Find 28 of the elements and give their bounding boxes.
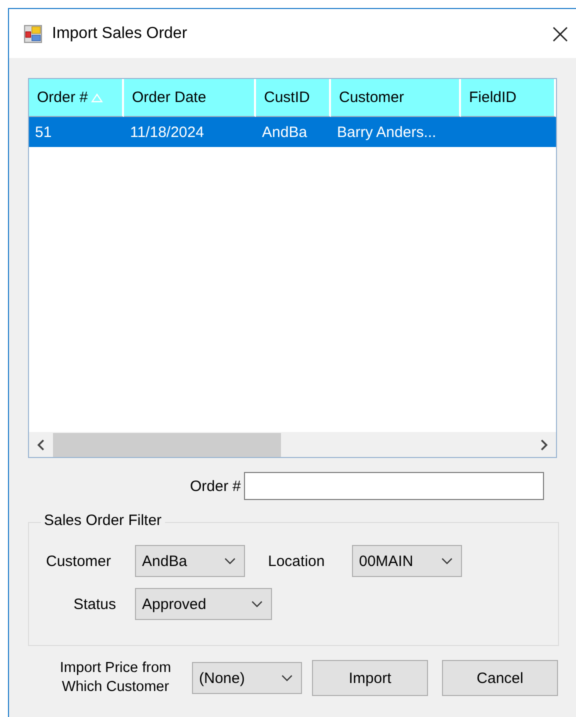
- field-label: Import Price from Which Customer: [58, 659, 172, 697]
- field-label: Status: [72, 596, 117, 612]
- window-title: Import Sales Order: [52, 24, 188, 42]
- table-cell-text: AndBa: [261, 124, 308, 140]
- table-cell-text: 11/18/2024: [129, 124, 205, 140]
- scroll-thumb[interactable]: [53, 432, 281, 456]
- table-row[interactable]: 51 11/18/2024 AndBa Barry Anders...: [29, 117, 556, 147]
- scroll-left-icon[interactable]: [36, 438, 46, 450]
- table-cell-text: 51: [34, 124, 53, 140]
- dropdown[interactable]: AndBa: [135, 545, 245, 577]
- dialog-button[interactable]: Cancel: [442, 660, 558, 696]
- scroll-right-icon[interactable]: [539, 438, 549, 450]
- chevron-down-icon: [224, 557, 236, 565]
- dropdown[interactable]: 00MAIN: [352, 545, 462, 577]
- order-number-field[interactable]: [244, 472, 544, 500]
- dropdown[interactable]: Approved: [135, 588, 272, 620]
- dropdown[interactable]: (None): [192, 662, 302, 694]
- field-label: Order #: [190, 478, 241, 494]
- chevron-down-icon: [251, 600, 263, 608]
- app-icon: [24, 24, 42, 42]
- field-label: Location: [268, 552, 326, 570]
- chevron-down-icon: [281, 674, 293, 682]
- horizontal-scrollbar[interactable]: [29, 432, 556, 457]
- dialog-button[interactable]: Import: [312, 660, 428, 696]
- table-cell-text: Barry Anders...: [336, 124, 438, 140]
- chevron-down-icon: [441, 557, 453, 565]
- field-label: Customer: [46, 552, 112, 570]
- close-button[interactable]: ×: [548, 17, 572, 50]
